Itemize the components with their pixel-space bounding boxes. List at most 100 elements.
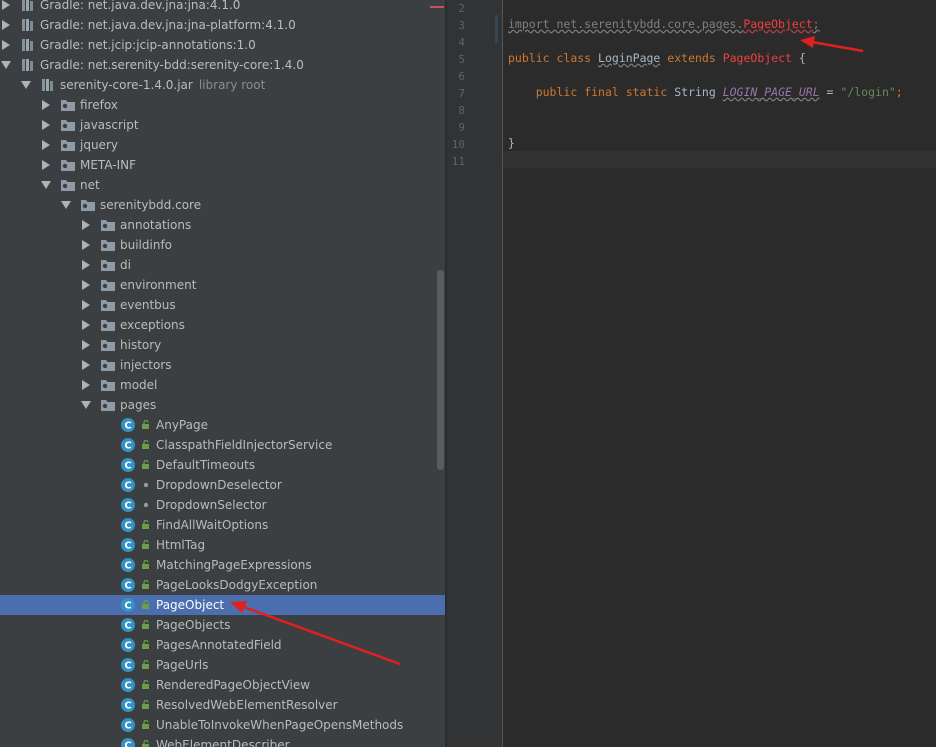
line-number: 6	[458, 70, 465, 83]
svg-text:C: C	[124, 521, 131, 532]
tree-node[interactable]: Gradle: net.java.dev.jna:jna:4.1.0	[0, 0, 445, 15]
tree-item-label: HtmlTag	[156, 538, 206, 552]
tree-item-label: MatchingPageExpressions	[156, 558, 312, 572]
tree-item-class[interactable]: C DropdownDeselector	[0, 475, 445, 495]
expand-arrow-icon[interactable]	[0, 0, 12, 15]
tree-item-class[interactable]: C PageLooksDodgyException	[0, 575, 445, 595]
tree-node[interactable]: environment	[0, 275, 445, 295]
tree-item-class[interactable]: C PageObjects	[0, 615, 445, 635]
tree-node[interactable]: jquery	[0, 135, 445, 155]
tree-item-class[interactable]: C ClasspathFieldInjectorService	[0, 435, 445, 455]
svg-text:C: C	[124, 461, 131, 472]
expand-arrow-icon[interactable]	[80, 355, 92, 375]
arrow-spacer	[100, 695, 112, 715]
line-number: 2	[458, 2, 465, 15]
package-icon	[100, 377, 116, 393]
tree-item-class[interactable]: C WebElementDescriber	[0, 735, 445, 747]
tree-node[interactable]: serenitybdd.core	[0, 195, 445, 215]
tree-item-class[interactable]: C HtmlTag	[0, 535, 445, 555]
class-icon: C	[120, 697, 136, 713]
expand-arrow-icon[interactable]	[80, 215, 92, 235]
current-line-highlight	[503, 151, 936, 168]
public-lock-icon	[140, 537, 152, 553]
expand-arrow-icon[interactable]	[80, 295, 92, 315]
tree-node[interactable]: META-INF	[0, 155, 445, 175]
tree-item-class[interactable]: C RenderedPageObjectView	[0, 675, 445, 695]
tree-node[interactable]: net	[0, 175, 445, 195]
tree-item-class[interactable]: C DropdownSelector	[0, 495, 445, 515]
expand-arrow-icon[interactable]	[40, 115, 52, 135]
tree-item-label: pages	[120, 398, 157, 412]
expand-arrow-icon[interactable]	[40, 135, 52, 155]
tree-node[interactable]: history	[0, 335, 445, 355]
collapse-arrow-icon[interactable]	[60, 195, 72, 215]
tree-node[interactable]: javascript	[0, 115, 445, 135]
expand-arrow-icon[interactable]	[0, 35, 12, 55]
class-icon: C	[120, 737, 136, 747]
collapse-arrow-icon[interactable]	[20, 75, 32, 95]
expand-arrow-icon[interactable]	[80, 275, 92, 295]
svg-text:C: C	[124, 701, 131, 712]
tree-node[interactable]: exceptions	[0, 315, 445, 335]
tree-node[interactable]: buildinfo	[0, 235, 445, 255]
tree-item-class[interactable]: C FindAllWaitOptions	[0, 515, 445, 535]
tree-item-class[interactable]: C AnyPage	[0, 415, 445, 435]
collapse-arrow-icon[interactable]	[40, 175, 52, 195]
tree-node[interactable]: pages	[0, 395, 445, 415]
project-tree[interactable]: Gradle: net.java.dev.jna:jna:4.1.0 Gradle…	[0, 0, 445, 747]
code-line-import[interactable]: import net.serenitybdd.core.pages.PageOb…	[508, 17, 820, 31]
code-line-field[interactable]: public final static String LOGIN_PAGE_UR…	[508, 85, 903, 99]
expand-arrow-icon[interactable]	[80, 335, 92, 355]
class-icon: C	[120, 437, 136, 453]
code-editor[interactable]: import net.serenitybdd.core.pages.PageOb…	[495, 0, 936, 747]
class-icon: C	[120, 577, 136, 593]
tree-item-label: FindAllWaitOptions	[156, 518, 269, 532]
expand-arrow-icon[interactable]	[40, 155, 52, 175]
tree-scrollbar-thumb[interactable]	[437, 270, 444, 470]
tree-item-class[interactable]: C UnableToInvokeWhenPageOpensMethods	[0, 715, 445, 735]
tree-item-class[interactable]: C PageUrls	[0, 655, 445, 675]
code-line-close[interactable]: }	[508, 136, 515, 150]
line-number: 3	[458, 19, 465, 32]
tree-node[interactable]: firefox	[0, 95, 445, 115]
svg-text:C: C	[124, 661, 131, 672]
expand-arrow-icon[interactable]	[80, 375, 92, 395]
tree-node[interactable]: eventbus	[0, 295, 445, 315]
class-icon: C	[120, 557, 136, 573]
collapse-arrow-icon[interactable]	[0, 55, 12, 75]
tree-node[interactable]: serenity-core-1.4.0.jar library root	[0, 75, 445, 95]
class-icon: C	[120, 637, 136, 653]
line-number: 10	[451, 138, 465, 151]
tree-node[interactable]: di	[0, 255, 445, 275]
expand-arrow-icon[interactable]	[80, 235, 92, 255]
svg-text:C: C	[124, 641, 131, 652]
package-icon	[100, 237, 116, 253]
tree-item-label: ClasspathFieldInjectorService	[156, 438, 333, 452]
tree-item-class[interactable]: C ResolvedWebElementResolver	[0, 695, 445, 715]
tree-item-label: eventbus	[120, 298, 176, 312]
tree-node[interactable]: Gradle: net.java.dev.jna:jna-platform:4.…	[0, 15, 445, 35]
open-brace: {	[798, 51, 806, 65]
tree-item-label: javascript	[80, 118, 139, 132]
tree-node[interactable]: injectors	[0, 355, 445, 375]
code-line-class-decl[interactable]: public class LoginPage extends PageObjec…	[508, 51, 806, 65]
arrow-spacer	[100, 435, 112, 455]
class-icon: C	[120, 537, 136, 553]
tree-item-label: RenderedPageObjectView	[156, 678, 311, 692]
tree-item-class[interactable]: C MatchingPageExpressions	[0, 555, 445, 575]
tree-node[interactable]: Gradle: net.jcip:jcip-annotations:1.0	[0, 35, 445, 55]
expand-arrow-icon[interactable]	[40, 95, 52, 115]
expand-arrow-icon[interactable]	[80, 315, 92, 335]
tree-item-class[interactable]: C DefaultTimeouts	[0, 455, 445, 475]
tree-node[interactable]: Gradle: net.serenity-bdd:serenity-core:1…	[0, 55, 445, 75]
class-icon: C	[120, 477, 136, 493]
expand-arrow-icon[interactable]	[80, 255, 92, 275]
collapse-arrow-icon[interactable]	[80, 395, 92, 415]
tree-node[interactable]: annotations	[0, 215, 445, 235]
tree-item-label: Gradle: net.java.dev.jna:jna:4.1.0	[40, 0, 241, 12]
tree-item-class[interactable]: C PagesAnnotatedField	[0, 635, 445, 655]
tree-node[interactable]: model	[0, 375, 445, 395]
expand-arrow-icon[interactable]	[0, 15, 12, 35]
tree-item-class[interactable]: C PageObject	[0, 595, 445, 615]
package-icon	[100, 217, 116, 233]
